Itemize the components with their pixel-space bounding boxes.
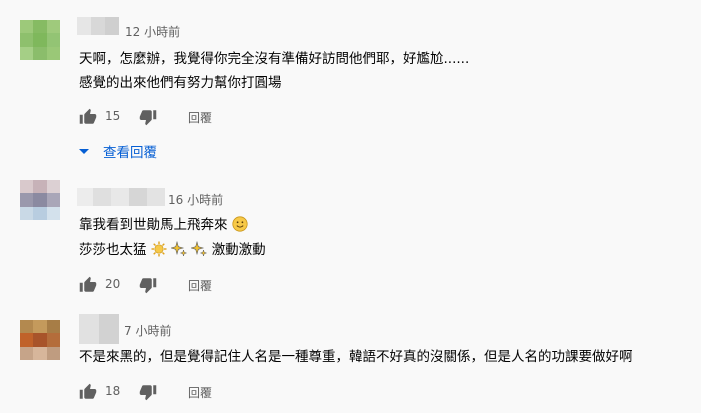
view-replies-label: 查看回覆 — [103, 145, 157, 161]
comment-timestamp[interactable]: 7 小時前 — [124, 322, 171, 339]
avatar-pixel — [46, 180, 60, 194]
avatar-pixel — [46, 320, 60, 334]
avatar-pixel — [20, 33, 34, 47]
avatar-pixel — [20, 193, 34, 207]
avatar-pixel — [33, 333, 47, 347]
avatar-pixel — [46, 20, 60, 34]
reply-button[interactable]: 回覆 — [188, 109, 212, 126]
comment-timestamp[interactable]: 16 小時前 — [168, 191, 223, 208]
avatar-pixel — [20, 180, 34, 194]
avatar-pixel — [46, 333, 60, 347]
avatar-pixel — [46, 46, 60, 60]
thumbs-down-icon[interactable] — [139, 383, 157, 401]
comment-text-line: 莎莎也太猛 激動激動 — [79, 240, 266, 260]
reply-button[interactable]: 回覆 — [188, 277, 212, 294]
avatar-pixel — [33, 193, 47, 207]
avatar-pixel — [20, 346, 34, 360]
avatar-pixel — [33, 33, 47, 47]
comment-text: 激動激動 — [211, 242, 266, 258]
comment-text-line: 靠我看到世勛馬上飛奔來 — [79, 215, 248, 235]
thumbs-up-icon[interactable] — [79, 276, 97, 294]
author-name-blurred[interactable] — [77, 188, 165, 206]
avatar-pixel — [46, 193, 60, 207]
thumbs-up-icon[interactable] — [79, 108, 97, 126]
avatar[interactable] — [20, 20, 60, 60]
thumbs-up-icon[interactable] — [79, 383, 97, 401]
comment-text: 莎莎也太猛 — [79, 242, 147, 258]
avatar[interactable] — [20, 180, 60, 220]
like-count: 18 — [105, 384, 121, 398]
comment-text: 靠我看到世勛馬上飛奔來 — [79, 217, 228, 233]
comment-actions: 20 回覆 — [79, 276, 279, 300]
comment-text-line: 天啊，怎麼辦，我覺得你完全沒有準備好訪問他們耶，好尷尬...... — [79, 51, 470, 67]
sun-icon — [151, 241, 167, 257]
avatar-pixel — [33, 180, 47, 194]
comment-text-line: 不是來黑的，但是覺得記住人名是一種尊重，韓語不好真的沒關係，但是人名的功課要做好… — [79, 349, 633, 365]
like-count: 15 — [105, 109, 121, 123]
avatar-pixel — [46, 206, 60, 220]
avatar-pixel — [20, 320, 34, 334]
avatar-pixel — [20, 46, 34, 60]
avatar[interactable] — [20, 320, 60, 360]
like-count: 20 — [105, 277, 121, 291]
avatar-pixel — [33, 46, 47, 60]
avatar-pixel — [33, 20, 47, 34]
avatar-pixel — [20, 206, 34, 220]
sparkle-icon — [171, 241, 188, 257]
comment-timestamp[interactable]: 12 小時前 — [125, 23, 180, 40]
view-replies-button[interactable]: 查看回覆 — [79, 141, 157, 161]
author-name-blurred[interactable] — [79, 314, 119, 344]
comment-text-line: 感覺的出來他們有努力幫你打圓場 — [79, 75, 282, 91]
smiling-face-icon — [232, 216, 248, 232]
avatar-pixel — [46, 33, 60, 47]
chevron-down-icon — [79, 148, 89, 154]
avatar-pixel — [20, 20, 34, 34]
avatar-pixel — [33, 320, 47, 334]
reply-button[interactable]: 回覆 — [188, 384, 212, 401]
avatar-pixel — [33, 206, 47, 220]
avatar-pixel — [46, 346, 60, 360]
avatar-pixel — [33, 346, 47, 360]
avatar-pixel — [20, 333, 34, 347]
comment-actions: 18 回覆 — [79, 383, 279, 407]
comment-actions: 15 回覆 — [79, 108, 279, 132]
thumbs-down-icon[interactable] — [139, 108, 157, 126]
author-name-blurred[interactable] — [77, 17, 119, 35]
sparkle-icon — [191, 241, 208, 257]
thumbs-down-icon[interactable] — [139, 276, 157, 294]
